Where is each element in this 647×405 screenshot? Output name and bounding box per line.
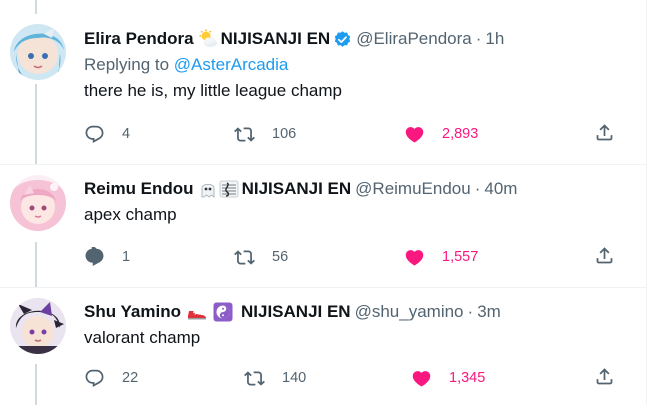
timestamp[interactable]: 40m bbox=[484, 177, 517, 201]
like-button[interactable]: 2,893 bbox=[404, 122, 478, 146]
retweet-icon bbox=[234, 249, 255, 265]
tweet-text: valorant champ bbox=[84, 328, 201, 347]
share-icon bbox=[596, 247, 613, 264]
tweet-content: Shu Yamino NIJISANJI EN @shu_yamino · 3m bbox=[84, 300, 632, 350]
retweet-count: 56 bbox=[272, 249, 289, 265]
reply-count: 1 bbox=[122, 249, 131, 265]
tweet-content: Elira Pendora NIJISANJI EN @EliraPendora… bbox=[84, 27, 632, 103]
yin-yang-icon bbox=[213, 302, 233, 322]
like-button[interactable]: 1,557 bbox=[404, 245, 478, 269]
reply-icon bbox=[85, 125, 104, 143]
reply-count: 22 bbox=[122, 370, 139, 386]
share-button[interactable] bbox=[594, 366, 615, 392]
like-count: 2,893 bbox=[442, 126, 479, 142]
retweet-button[interactable]: 140 bbox=[244, 366, 306, 390]
share-icon bbox=[596, 368, 613, 385]
retweet-count: 140 bbox=[282, 370, 307, 386]
reply-count: 4 bbox=[122, 126, 131, 142]
tweet-header: Shu Yamino NIJISANJI EN @shu_yamino · 3m bbox=[84, 300, 632, 324]
timestamp[interactable]: 3m bbox=[477, 300, 501, 324]
sun-behind-cloud-icon bbox=[199, 29, 217, 47]
replying-to-label: Replying to bbox=[84, 55, 170, 74]
tweet-text: apex champ bbox=[84, 205, 177, 224]
heart-filled-icon bbox=[405, 126, 424, 143]
tweet-actions: 4 106 2,893 bbox=[84, 122, 624, 146]
like-count: 1,345 bbox=[449, 370, 486, 386]
tweet-header: Elira Pendora NIJISANJI EN @EliraPendora… bbox=[84, 27, 632, 51]
ghost-icon bbox=[201, 183, 214, 198]
verified-badge-icon bbox=[335, 30, 351, 47]
display-name[interactable]: Elira Pendora bbox=[84, 27, 194, 51]
user-handle[interactable]: @ReimuEndou bbox=[355, 177, 471, 201]
reply-thread: Elira Pendora NIJISANJI EN @EliraPendora… bbox=[0, 0, 647, 405]
org-label: NIJISANJI EN bbox=[241, 179, 352, 198]
tweet-header: Reimu Endou NIJISANJI EN @ReimuEndou · 4… bbox=[84, 177, 632, 201]
tweet-actions: 22 140 1,345 bbox=[84, 366, 624, 390]
share-icon bbox=[596, 124, 613, 141]
reply-button[interactable]: 4 bbox=[84, 122, 130, 146]
replying-to: Replying to @AsterArcadia bbox=[84, 53, 632, 77]
reply-button[interactable]: 1 bbox=[84, 245, 130, 269]
like-button[interactable]: 1,345 bbox=[411, 366, 485, 390]
running-shoe-icon bbox=[188, 311, 206, 320]
org-label: NIJISANJI EN bbox=[241, 302, 351, 321]
header-separator: · bbox=[474, 179, 481, 198]
tweet-elira[interactable]: Elira Pendora NIJISANJI EN @EliraPendora… bbox=[0, 0, 646, 164]
share-button[interactable] bbox=[594, 122, 615, 148]
reply-icon bbox=[85, 246, 104, 266]
display-name[interactable]: Shu Yamino bbox=[84, 300, 181, 324]
like-count: 1,557 bbox=[442, 249, 479, 265]
retweet-button[interactable]: 56 bbox=[234, 245, 288, 269]
avatar-reimu[interactable] bbox=[10, 175, 66, 231]
avatar-shu[interactable] bbox=[10, 298, 66, 354]
heart-filled-icon bbox=[405, 249, 424, 266]
tweet-actions: 1 56 1,557 bbox=[84, 245, 624, 269]
avatar-elira[interactable] bbox=[10, 24, 66, 80]
display-name[interactable]: Reimu Endou bbox=[84, 177, 194, 201]
user-handle[interactable]: @EliraPendora bbox=[356, 27, 472, 51]
org-label: NIJISANJI EN bbox=[220, 29, 331, 48]
header-separator: · bbox=[475, 29, 482, 48]
reply-mention-link[interactable]: @AsterArcadia bbox=[174, 55, 289, 74]
reply-icon bbox=[85, 369, 104, 387]
music-score-icon bbox=[219, 180, 238, 198]
retweet-icon bbox=[244, 370, 265, 386]
tweet-content: Reimu Endou NIJISANJI EN @ReimuEndou · 4… bbox=[84, 177, 632, 227]
user-handle[interactable]: @shu_yamino bbox=[355, 300, 464, 324]
timestamp[interactable]: 1h bbox=[485, 27, 504, 51]
retweet-count: 106 bbox=[272, 126, 297, 142]
tweet-text: there he is, my little league champ bbox=[84, 81, 342, 100]
retweet-button[interactable]: 106 bbox=[234, 122, 296, 146]
retweet-icon bbox=[234, 126, 255, 142]
header-separator: · bbox=[467, 302, 474, 321]
heart-filled-icon bbox=[412, 370, 431, 387]
reply-button[interactable]: 22 bbox=[84, 366, 138, 390]
share-button[interactable] bbox=[594, 245, 615, 271]
tweet-reimu[interactable]: Reimu Endou NIJISANJI EN @ReimuEndou · 4… bbox=[0, 165, 646, 287]
tweet-shu[interactable]: Shu Yamino NIJISANJI EN @shu_yamino · 3m bbox=[0, 288, 646, 405]
